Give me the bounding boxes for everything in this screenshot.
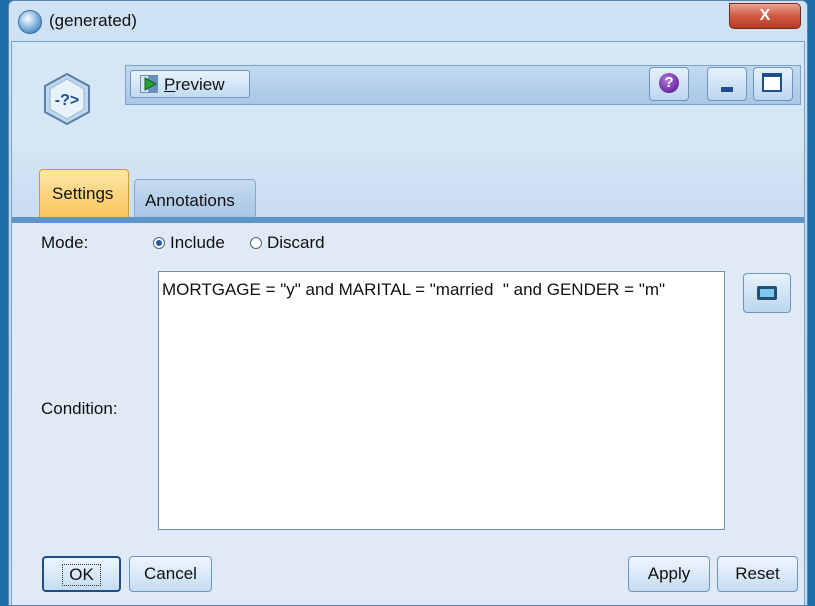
dialog-window: (generated) X -?> Preview ? Settings Ann…: [8, 0, 808, 606]
radio-include[interactable]: Include: [153, 233, 225, 253]
tab-settings[interactable]: Settings: [39, 169, 129, 219]
calculator-icon: [757, 286, 777, 300]
expression-builder-button[interactable]: [743, 273, 791, 313]
radio-discard-label: Discard: [267, 233, 325, 252]
tab-strip: [12, 127, 804, 219]
minimize-icon: [721, 87, 733, 92]
ok-button[interactable]: OK: [42, 556, 121, 592]
tab-label: Settings: [52, 184, 114, 203]
maximize-button[interactable]: [753, 67, 793, 101]
ok-label: OK: [62, 564, 101, 586]
maximize-icon: [762, 73, 782, 92]
preview-button[interactable]: Preview: [130, 70, 250, 98]
cancel-button[interactable]: Cancel: [129, 556, 212, 592]
tab-annotations[interactable]: Annotations: [134, 179, 256, 217]
help-icon: ?: [659, 73, 679, 93]
select-node-icon: -?>: [44, 72, 90, 126]
radio-selected-icon: [153, 237, 165, 249]
condition-label: Condition:: [41, 399, 118, 418]
reset-label: Reset: [735, 564, 780, 583]
radio-include-label: Include: [170, 233, 225, 252]
svg-text:-?>: -?>: [55, 92, 79, 109]
radio-discard[interactable]: Discard: [250, 233, 325, 253]
window-title: (generated): [49, 11, 137, 30]
cancel-label: Cancel: [144, 564, 197, 583]
toolbar: Preview ?: [125, 65, 801, 105]
app-diamond-icon: [18, 10, 42, 34]
dialog-body: -?> Preview ? Settings Annotations Mode:…: [11, 41, 805, 605]
help-button[interactable]: ?: [649, 67, 689, 101]
apply-button[interactable]: Apply: [628, 556, 710, 592]
condition-textarea[interactable]: MORTGAGE = "y" and MARITAL = "married " …: [158, 271, 725, 530]
mode-label: Mode:: [41, 233, 89, 252]
tab-label: Annotations: [145, 191, 235, 210]
close-button[interactable]: X: [729, 3, 801, 29]
reset-button[interactable]: Reset: [717, 556, 798, 592]
preview-label: Preview: [164, 75, 225, 94]
title-bar[interactable]: (generated) X: [9, 1, 807, 41]
radio-unselected-icon: [250, 237, 262, 249]
minimize-button[interactable]: [707, 67, 747, 101]
play-preview-icon: [140, 75, 158, 93]
apply-label: Apply: [647, 564, 691, 583]
